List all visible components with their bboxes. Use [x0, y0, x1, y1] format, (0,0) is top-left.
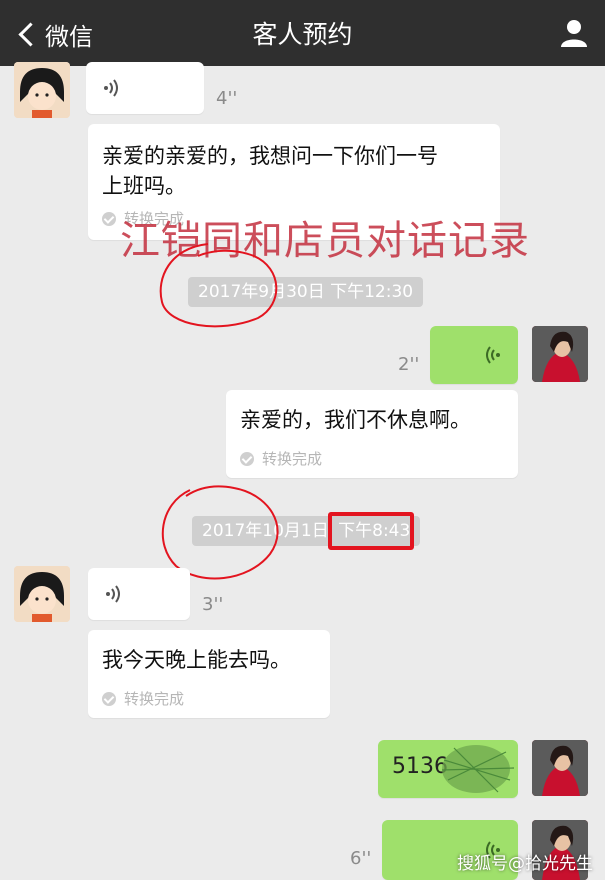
voice-message-bubble[interactable] [88, 568, 190, 620]
voice-wave-icon [106, 585, 120, 603]
transcription-text: 我今天晚上能去吗。 [102, 648, 291, 672]
text-message-bubble[interactable]: 5136 [378, 740, 518, 798]
check-icon [102, 211, 116, 226]
check-icon [102, 691, 116, 706]
conversion-status: 转换完成 [240, 448, 322, 469]
scribble-mask [441, 745, 515, 793]
transcription-bubble[interactable]: 亲爱的，我们不休息啊。 转换完成 [226, 390, 518, 478]
voice-wave-icon [486, 346, 500, 364]
staff-avatar[interactable] [532, 326, 588, 382]
voice-wave-icon [104, 79, 118, 97]
customer-avatar[interactable] [14, 566, 70, 622]
transcription-text: 亲爱的，我们不休息啊。 [240, 408, 471, 432]
voice-message-bubble[interactable] [430, 326, 518, 384]
voice-message-bubble[interactable] [86, 62, 204, 114]
red-circle-annotation [159, 243, 278, 328]
conversion-status: 转换完成 [102, 688, 184, 709]
conversion-label: 转换完成 [124, 690, 185, 708]
watermark: 搜狐号@拾光先生 [457, 854, 593, 874]
chat-title: 客人预约 [252, 20, 353, 49]
check-icon [240, 451, 254, 466]
transcription-line: 上班吗。 [102, 174, 186, 198]
voice-duration: 2'' [398, 354, 420, 375]
voice-duration: 4'' [216, 88, 238, 109]
voice-duration: 3'' [202, 594, 224, 615]
red-highlight-box [328, 512, 414, 550]
conversion-label: 转换完成 [262, 450, 323, 468]
transcription-bubble[interactable]: 我今天晚上能去吗。 转换完成 [88, 630, 330, 718]
nav-bar: 微信 客人预约 [0, 0, 605, 66]
staff-avatar[interactable] [532, 740, 588, 796]
customer-avatar[interactable] [14, 62, 70, 118]
voice-duration: 6'' [350, 848, 372, 869]
contact-profile-icon[interactable] [559, 18, 589, 48]
